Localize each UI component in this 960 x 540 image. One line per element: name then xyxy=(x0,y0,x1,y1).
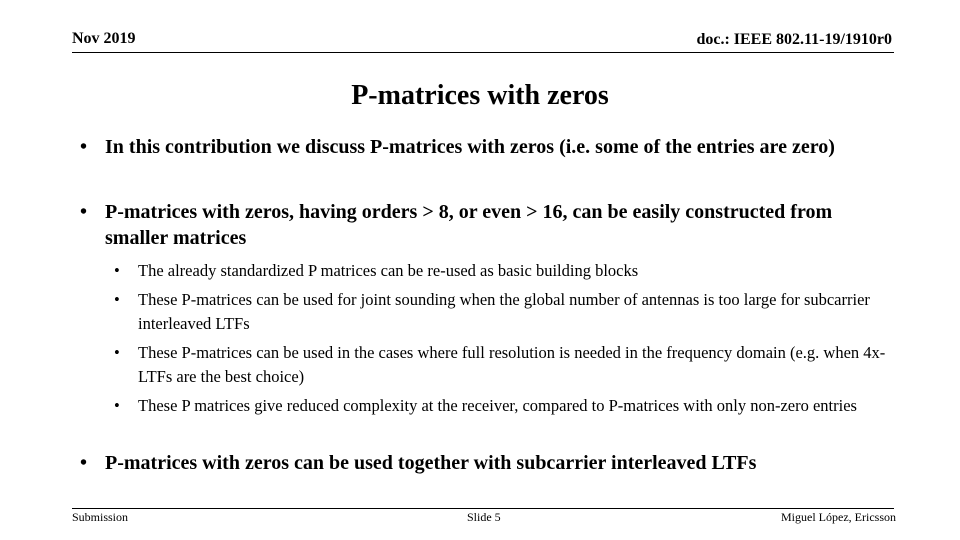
bullet-text: These P matrices give reduced complexity… xyxy=(138,396,857,415)
header-date: Nov 2019 xyxy=(72,30,136,47)
bullet-dot: • xyxy=(80,136,88,158)
bullet-text: The already standardized P matrices can … xyxy=(138,261,639,280)
bullet-dot: • xyxy=(80,201,88,223)
footer-slide-number: Slide 5 xyxy=(467,510,501,524)
bullet-dot: • xyxy=(114,343,120,362)
header-divider xyxy=(72,52,894,53)
bullet-dot: • xyxy=(114,290,120,309)
footer-author: Miguel López, Ericsson xyxy=(781,510,896,524)
sub-bullet-4: • These P matrices give reduced complexi… xyxy=(114,394,894,418)
bullet-text: P-matrices with zeros, having orders > 8… xyxy=(105,201,833,249)
bullet-text: P-matrices with zeros can be used togeth… xyxy=(105,452,757,474)
bullet-dot: • xyxy=(114,261,120,280)
footer-divider xyxy=(72,508,894,509)
slide-title: P-matrices with zeros xyxy=(351,80,609,111)
sub-bullet-2: • These P-matrices can be used for joint… xyxy=(114,288,894,336)
sub-bullet-3: • These P-matrices can be used in the ca… xyxy=(114,341,894,389)
bullet-text: These P-matrices can be used in the case… xyxy=(138,343,886,386)
bullet-2: • P-matrices with zeros, having orders >… xyxy=(80,199,900,251)
bullet-3: • P-matrices with zeros can be used toge… xyxy=(80,450,900,476)
bullet-dot: • xyxy=(80,452,88,474)
bullet-dot: • xyxy=(114,396,120,415)
sub-bullet-1: • The already standardized P matrices ca… xyxy=(114,259,894,283)
bullet-text: In this contribution we discuss P-matric… xyxy=(105,136,835,158)
header-doc-id: doc.: IEEE 802.11-19/1910r0 xyxy=(696,31,892,48)
bullet-1: • In this contribution we discuss P-matr… xyxy=(80,134,900,160)
footer-submission: Submission xyxy=(72,510,129,524)
bullet-text: These P-matrices can be used for joint s… xyxy=(138,290,870,333)
